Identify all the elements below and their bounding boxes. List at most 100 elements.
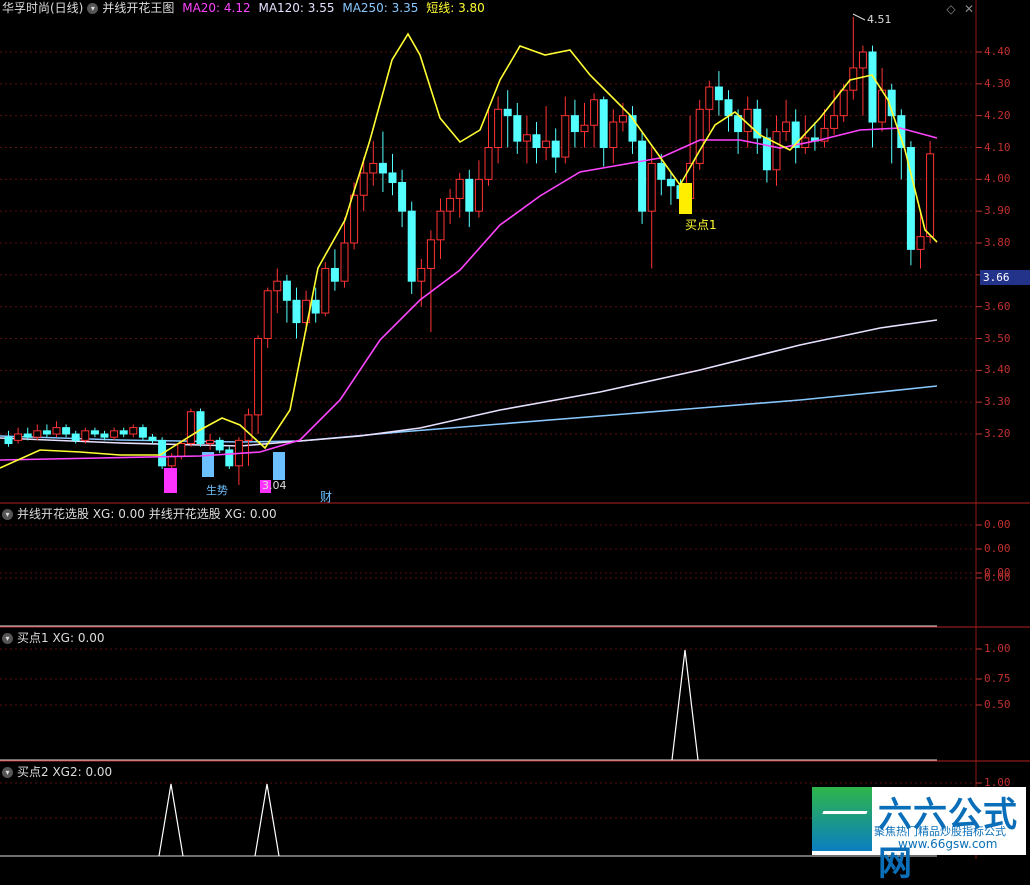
collapse-icon[interactable]: ▾ — [2, 767, 13, 778]
candle-body — [388, 172, 397, 184]
logo-mark-icon — [812, 787, 872, 851]
candle-body — [119, 430, 128, 435]
current-price-badge: 3.66 — [980, 270, 1030, 285]
close-icon[interactable]: ✕ — [962, 2, 976, 16]
price-tick-label: 4.10 — [984, 140, 1011, 154]
candle-body — [436, 210, 445, 241]
candle-body — [311, 299, 320, 314]
stock-title: 华孚时尚(日线) — [2, 1, 84, 15]
candle-body — [42, 430, 51, 435]
candle-body — [753, 108, 762, 139]
collapse-icon[interactable]: ▾ — [2, 509, 13, 520]
buy2-spike — [254, 783, 280, 857]
price-tick-label: 3.50 — [984, 331, 1011, 345]
candle-body — [62, 427, 71, 435]
high-arrow — [852, 13, 866, 21]
candle-body — [762, 137, 771, 171]
ma120-label: MA120: 3.55 — [258, 1, 335, 15]
candle-body — [254, 338, 263, 416]
candle-body — [724, 99, 733, 117]
candle-body — [926, 153, 935, 238]
candle-body — [148, 436, 157, 441]
candle-body — [4, 436, 13, 445]
candle-body — [138, 427, 147, 438]
candle-body — [772, 131, 781, 171]
candle-body — [206, 439, 215, 445]
candle-body — [14, 433, 23, 441]
candle-body — [282, 280, 291, 301]
candle-body — [110, 430, 119, 438]
price-tick-label: 3.30 — [984, 395, 1011, 409]
high-marker: 4.51 — [867, 13, 892, 26]
cai-marker: 财 — [320, 490, 333, 504]
candle-body — [407, 210, 416, 282]
candle-body — [378, 162, 387, 174]
candle-body — [369, 162, 378, 174]
candle-body — [570, 115, 579, 133]
candle-body — [52, 427, 61, 435]
price-tick-label: 4.20 — [984, 108, 1011, 122]
candle-body — [638, 140, 647, 212]
candle-body — [321, 267, 330, 314]
candle-body — [494, 108, 503, 149]
buy1-marker: 买点1 — [685, 218, 717, 232]
diamond-icon[interactable]: ◇ — [944, 2, 958, 16]
short-label: 短线: 3.80 — [426, 1, 485, 15]
candle-body — [513, 115, 522, 142]
logo-url: www.66gsw.com — [898, 837, 998, 851]
panel4-label: 买点2 XG2: 0.00 — [17, 765, 113, 779]
sub-tick-label: 0.00 — [984, 542, 1011, 555]
candle-body — [263, 290, 272, 339]
ma20-label: MA20: 4.12 — [182, 1, 251, 15]
panel4-header: ▾ 买点2 XG2: 0.00 — [2, 764, 116, 780]
sub-tick-label: 0.75 — [984, 672, 1011, 685]
candle-body — [465, 178, 474, 212]
indicator-name: 并线开花王图 — [102, 1, 175, 15]
candle-body — [23, 433, 32, 438]
candle-body — [484, 147, 493, 180]
candle-body — [426, 239, 435, 269]
candle-body — [177, 443, 186, 457]
collapse-icon[interactable]: ▾ — [2, 633, 13, 644]
ma20-line — [0, 127, 938, 461]
candle-body — [714, 86, 723, 101]
candle-body — [167, 455, 176, 467]
candle-body — [916, 236, 925, 250]
candle-body — [839, 89, 848, 117]
candle-body — [71, 433, 80, 441]
candle-body — [609, 121, 618, 148]
candle-body — [359, 172, 368, 196]
candle-body — [244, 414, 253, 441]
candle-body — [417, 267, 426, 282]
candle-body — [657, 162, 666, 180]
candle-body — [446, 197, 455, 212]
sub-tick-label: 1.00 — [984, 642, 1011, 655]
candle-body — [350, 194, 359, 244]
sheng-marker: 生势 — [206, 484, 228, 497]
candle-body — [33, 430, 42, 438]
buy2-spike — [158, 783, 184, 857]
candle-body — [580, 124, 589, 133]
candle-body — [666, 178, 675, 187]
candle-body — [398, 182, 407, 212]
signal-bar — [164, 468, 177, 493]
panel3-label: 买点1 XG: 0.00 — [17, 631, 105, 645]
candle-body — [330, 267, 339, 282]
chart-stage[interactable] — [0, 0, 1030, 859]
watermark-logo: 六六公式网 聚焦热门精品炒股指标公式 www.66gsw.com — [812, 787, 1026, 884]
price-tick-label: 4.00 — [984, 172, 1011, 186]
price-tick-label: 3.40 — [984, 363, 1011, 377]
candle-body — [455, 178, 464, 199]
buy1-bar — [679, 183, 692, 214]
short-line — [0, 32, 938, 469]
collapse-icon[interactable]: ▾ — [87, 3, 99, 14]
candle-body — [830, 115, 839, 129]
candle-body — [590, 99, 599, 126]
price-tick-label: 3.60 — [984, 299, 1011, 313]
sub-tick-label: 0.50 — [984, 698, 1011, 711]
candle-body — [503, 108, 512, 117]
main-panel-header: 华孚时尚(日线) ▾ 并线开花王图 MA20: 4.12 MA120: 3.55 M… — [2, 0, 489, 16]
candle-body — [599, 99, 608, 148]
candle-body — [90, 430, 99, 435]
candle-body — [542, 140, 551, 148]
